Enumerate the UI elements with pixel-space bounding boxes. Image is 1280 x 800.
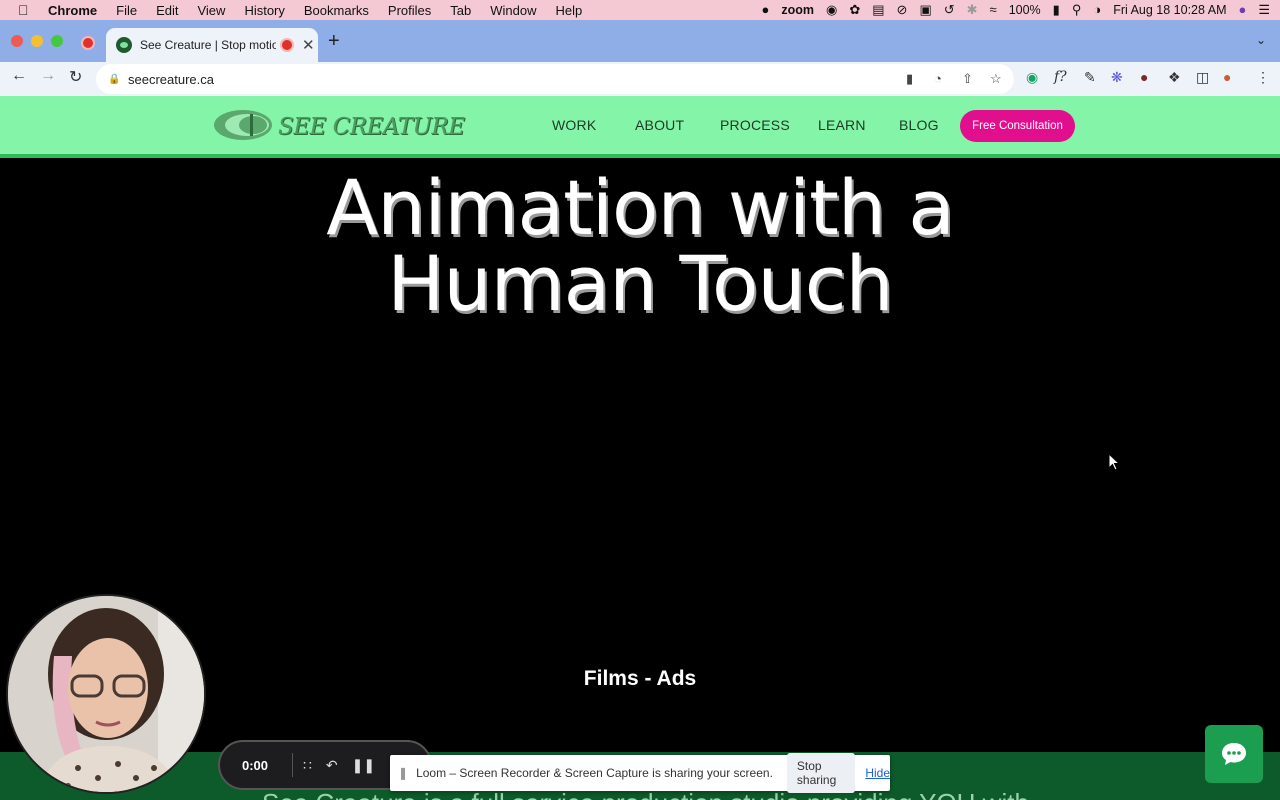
menubar-clock[interactable]: Fri Aug 18 10:28 AM (1113, 3, 1226, 17)
drag-handle-icon[interactable]: ❚ (398, 766, 408, 780)
mouse-cursor-icon (1108, 453, 1120, 471)
site-favicon-icon (116, 37, 132, 53)
eyedropper-icon[interactable]: ✎ (1084, 69, 1096, 86)
nav-work[interactable]: WORK (552, 117, 596, 133)
see-creature-eye-logo-icon[interactable] (213, 108, 273, 142)
window-close-button[interactable] (11, 35, 23, 47)
sharing-message: Loom – Screen Recorder & Screen Capture … (416, 766, 773, 780)
battery-icon[interactable]: ▮ (1053, 0, 1060, 20)
restart-undo-icon[interactable]: ↶ (326, 757, 338, 774)
wifi-icon[interactable]: ≈ (990, 0, 997, 20)
tab-search-chevron-icon[interactable]: ⌄ (1256, 33, 1266, 47)
hero-title-line-2: Human Touch (387, 239, 893, 328)
tab-title: See Creature | Stop motion (140, 38, 276, 52)
calendar-icon[interactable]: ▣ (919, 0, 931, 20)
menu-tab[interactable]: Tab (450, 3, 471, 18)
forward-arrow-icon[interactable]: → (40, 67, 56, 85)
side-panel-icon[interactable]: ◫ (1196, 69, 1209, 86)
nav-learn[interactable]: LEARN (818, 117, 866, 133)
lock-icon[interactable]: 🔒 (108, 74, 120, 85)
creative-cloud-icon[interactable]: ✿ (849, 0, 860, 20)
tab-see-creature[interactable]: See Creature | Stop motion ✕ (106, 28, 318, 62)
address-bar[interactable]: 🔒 seecreature.ca ▮ ◔ ⇧ ☆ (96, 64, 1014, 94)
presenter-avatar (8, 596, 204, 792)
menu-file[interactable]: File (116, 3, 137, 18)
extensions-puzzle-icon[interactable]: ❖ (1168, 69, 1181, 86)
macos-menu-bar:  Chrome File Edit View History Bookmark… (0, 0, 1280, 20)
loom-webcam-bubble[interactable] (6, 594, 206, 794)
status-area: ● zoom ◉ ✿ ▤ ⊘ ▣ ↺ ✱ ≈ 100% ▮ ⚲ ◑ Fri Au… (761, 0, 1270, 20)
menu-help[interactable]: Help (556, 3, 583, 18)
bluetooth-icon[interactable]: ✱ (967, 0, 978, 20)
spotlight-search-icon[interactable]: ⚲ (1072, 0, 1082, 20)
block-icon[interactable]: ⊘ (897, 0, 908, 20)
stack-icon[interactable]: ▤ (872, 0, 884, 20)
font-finder-icon[interactable]: f? (1054, 69, 1067, 85)
extension-sparkle-icon[interactable]: ❋ (1111, 69, 1123, 86)
hero-title-line-1: Animation with a (326, 163, 955, 252)
menu-edit[interactable]: Edit (156, 3, 178, 18)
battery-percent: 100% (1008, 3, 1041, 17)
pause-icon[interactable]: ❚❚ (352, 757, 375, 774)
reload-icon[interactable]: ↻ (69, 67, 82, 87)
tab-close-icon[interactable]: ✕ (302, 36, 315, 54)
chat-bubble-icon (1222, 743, 1246, 765)
profile-avatar[interactable]: ● (1223, 69, 1231, 85)
nav-process[interactable]: PROCESS (720, 117, 790, 133)
recording-timer: 0:00 (242, 757, 269, 773)
window-zoom-button[interactable] (51, 35, 63, 47)
apple-menu-icon[interactable]:  (18, 2, 34, 18)
camera-icon[interactable]: ▮ (906, 71, 913, 87)
menu-bookmarks[interactable]: Bookmarks (304, 3, 369, 18)
chrome-menu-icon[interactable]: ⋮ (1256, 69, 1270, 86)
microphone-icon[interactable]: ● (761, 0, 769, 20)
performance-icon[interactable]: ◔ (934, 71, 942, 86)
menu-view[interactable]: View (197, 3, 225, 18)
hero-title: Animation with a Human Touch (0, 170, 1280, 322)
extension-status-icon[interactable]: ◉ (826, 0, 837, 20)
notification-center-icon[interactable]: ☰ (1258, 0, 1270, 20)
time-machine-icon[interactable]: ↺ (944, 0, 955, 20)
menu-history[interactable]: History (244, 3, 284, 18)
back-arrow-icon[interactable]: ← (11, 67, 27, 85)
menu-chrome[interactable]: Chrome (48, 3, 97, 18)
chat-widget-button[interactable] (1205, 725, 1263, 783)
site-logo-text[interactable]: SEE CREATURE (278, 114, 465, 140)
site-header: SEE CREATURE WORK ABOUT PROCESS LEARN BL… (0, 96, 1280, 158)
free-consultation-button[interactable]: Free Consultation (960, 110, 1075, 142)
address-url[interactable]: seecreature.ca (128, 72, 214, 87)
bookmark-star-icon[interactable]: ☆ (990, 71, 1002, 87)
share-icon[interactable]: ⇧ (962, 71, 973, 87)
siri-icon[interactable]: ● (1238, 0, 1246, 20)
grammarly-icon[interactable]: ◉ (1026, 69, 1038, 86)
control-center-icon[interactable]: ◑ (1093, 0, 1101, 20)
control-divider (292, 753, 293, 777)
menu-window[interactable]: Window (490, 3, 536, 18)
stop-sharing-button[interactable]: Stop sharing (786, 753, 856, 793)
zoom-status[interactable]: zoom (781, 3, 814, 17)
menu-profiles[interactable]: Profiles (388, 3, 431, 18)
window-minimize-button[interactable] (31, 35, 43, 47)
pinned-tab-recording-icon[interactable] (83, 38, 93, 48)
tab-recording-icon (282, 40, 292, 50)
nav-about[interactable]: ABOUT (635, 117, 684, 133)
new-tab-plus-icon[interactable]: + (328, 30, 340, 53)
drag-grid-icon[interactable]: ∷ (303, 757, 312, 774)
hide-banner-link[interactable]: Hide (865, 766, 890, 780)
nav-blog[interactable]: BLOG (899, 117, 939, 133)
browser-toolbar: ← → ↻ 🔒 seecreature.ca ▮ ◔ ⇧ ☆ ◉ f? ✎ ❋ … (0, 62, 1280, 96)
screen-sharing-banner: ❚ Loom – Screen Recorder & Screen Captur… (390, 753, 890, 793)
extension-k-icon[interactable]: ● (1140, 69, 1148, 85)
